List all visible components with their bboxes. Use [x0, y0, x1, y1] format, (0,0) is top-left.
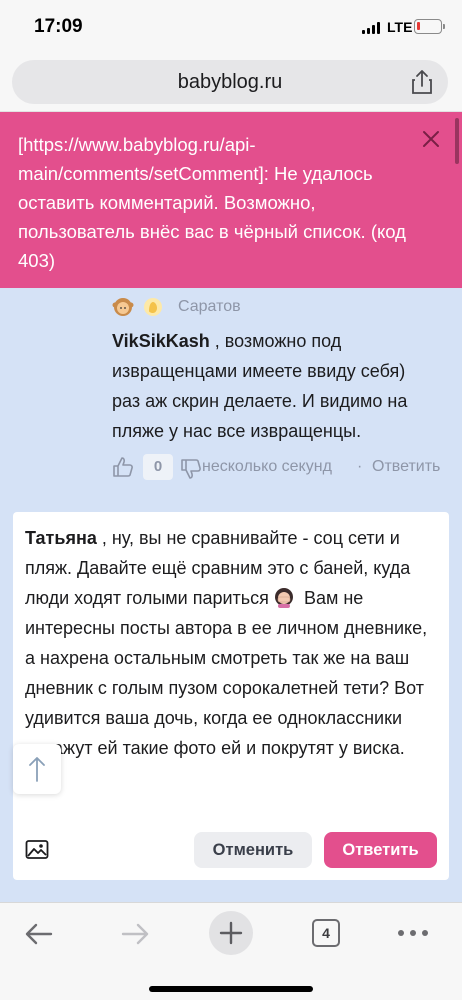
status-bar: 17:09 LTE: [0, 0, 462, 52]
page-content: [https://www.babyblog.ru/api-main/commen…: [0, 112, 462, 902]
comment-city: Саратов: [178, 298, 241, 315]
more-icon[interactable]: [398, 930, 430, 938]
girl-emoji-icon: [112, 298, 134, 316]
network-label: LTE: [387, 19, 413, 35]
status-time: 17:09: [34, 16, 83, 37]
address-url[interactable]: babyblog.ru: [12, 71, 448, 94]
thumbs-up-icon[interactable]: [112, 456, 134, 478]
reply-link[interactable]: Ответить: [372, 458, 440, 476]
comment-body: VikSikKash , возможно под извращенцами и…: [112, 326, 432, 446]
image-icon[interactable]: [25, 838, 49, 860]
signal-icon: [362, 22, 382, 34]
tabs-button[interactable]: 4: [312, 919, 340, 947]
forward-arrow-icon[interactable]: [120, 919, 150, 949]
comment-time: несколько секунд: [202, 458, 332, 475]
home-indicator: [149, 986, 313, 992]
plus-icon: [219, 921, 243, 945]
browser-toolbar: 4: [0, 902, 462, 1000]
browser-address-area: babyblog.ru: [0, 52, 462, 112]
submit-reply-button[interactable]: Ответить: [324, 832, 437, 868]
error-toast: [https://www.babyblog.ru/api-main/commen…: [0, 112, 462, 288]
waving-hand-icon: [144, 298, 162, 316]
like-count: 0: [143, 454, 173, 480]
comment-actions: 0 несколько секунд · Ответить: [112, 454, 452, 482]
separator: ·: [357, 458, 363, 475]
cancel-button[interactable]: Отменить: [194, 832, 312, 868]
arrow-up-icon: [29, 757, 45, 782]
share-icon[interactable]: [410, 69, 434, 95]
reply-textarea[interactable]: Татьяна , ну, вы не сравнивайте - соц се…: [25, 523, 439, 763]
back-arrow-icon[interactable]: [24, 919, 54, 949]
reply-to-name: Татьяна: [25, 528, 97, 548]
comment-reply-to[interactable]: VikSikKash: [112, 331, 210, 351]
scroll-top-button[interactable]: [13, 744, 61, 794]
thumbs-down-icon[interactable]: [180, 458, 202, 480]
error-message: [https://www.babyblog.ru/api-main/commen…: [18, 134, 406, 271]
woman-facepalm-emoji-icon: [274, 588, 293, 608]
address-bar[interactable]: babyblog.ru: [12, 60, 448, 104]
scroll-indicator: [455, 118, 459, 164]
reply-form[interactable]: Татьяна , ну, вы не сравнивайте - соц се…: [13, 512, 449, 880]
battery-icon: [414, 19, 442, 34]
close-icon[interactable]: [422, 130, 440, 148]
new-tab-button[interactable]: [209, 911, 253, 955]
